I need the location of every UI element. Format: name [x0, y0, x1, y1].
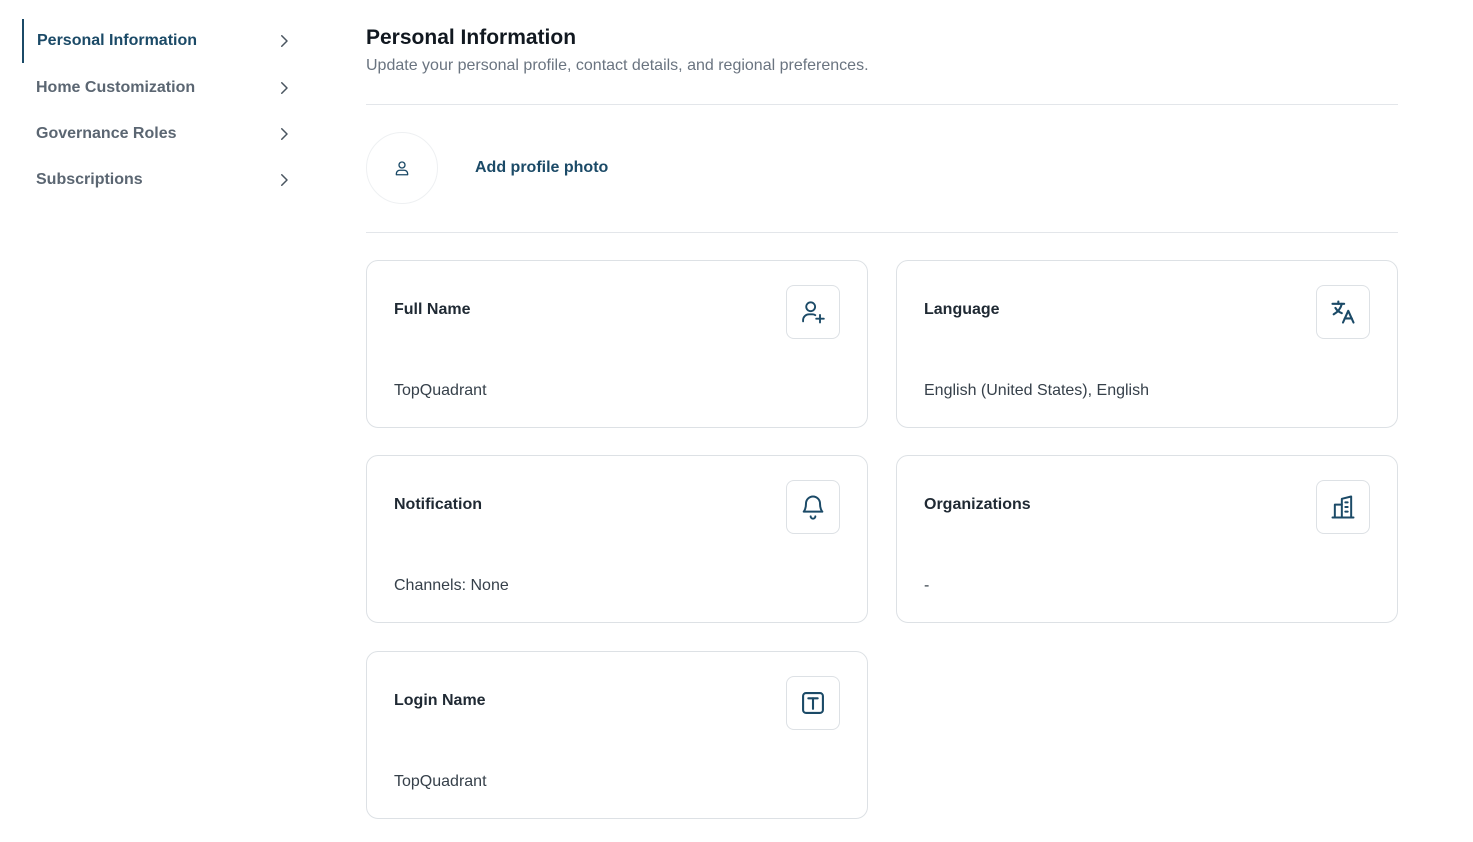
- settings-sidebar: Personal Information Home Customization …: [22, 19, 307, 203]
- card-value: -: [924, 577, 930, 594]
- sidebar-item-label: Personal Information: [37, 32, 198, 49]
- bell-icon: [802, 495, 824, 520]
- sidebar-item-governance-roles[interactable]: Governance Roles: [22, 111, 307, 157]
- edit-login-name-button[interactable]: [786, 676, 840, 730]
- card-label: Full Name: [394, 301, 471, 318]
- translate-icon: [1331, 300, 1355, 324]
- edit-notification-button[interactable]: [786, 480, 840, 534]
- sidebar-item-subscriptions[interactable]: Subscriptions: [22, 157, 307, 203]
- profile-photo-row: Add profile photo: [366, 132, 608, 204]
- edit-organizations-button[interactable]: [1316, 480, 1370, 534]
- building-icon: [1331, 495, 1355, 519]
- edit-language-button[interactable]: [1316, 285, 1370, 339]
- login-name-card: Login Name TopQuadrant: [366, 651, 868, 819]
- card-label: Login Name: [394, 692, 486, 709]
- text-box-icon: [802, 692, 824, 714]
- card-value: TopQuadrant: [394, 773, 487, 790]
- full-name-card: Full Name TopQuadrant: [366, 260, 868, 428]
- chevron-right-icon: [281, 128, 288, 140]
- organizations-card: Organizations -: [896, 455, 1398, 623]
- page-subtitle: Update your personal profile, contact de…: [366, 57, 869, 74]
- chevron-right-icon: [281, 174, 288, 186]
- user-icon: [395, 161, 409, 176]
- chevron-right-icon: [281, 35, 288, 47]
- sidebar-item-home-customization[interactable]: Home Customization: [22, 65, 307, 111]
- chevron-right-icon: [281, 82, 288, 94]
- card-value: Channels: None: [394, 577, 509, 594]
- main-content: Personal Information Update your persona…: [366, 26, 1398, 819]
- sidebar-item-personal-information[interactable]: Personal Information: [22, 19, 307, 63]
- add-profile-photo-link[interactable]: Add profile photo: [475, 159, 608, 177]
- edit-full-name-button[interactable]: [786, 285, 840, 339]
- card-label: Organizations: [924, 496, 1031, 513]
- sidebar-item-label: Governance Roles: [36, 125, 177, 142]
- sidebar-item-label: Home Customization: [36, 79, 196, 96]
- divider: [366, 104, 1398, 105]
- card-label: Notification: [394, 496, 482, 513]
- page-title: Personal Information: [366, 26, 577, 49]
- divider: [366, 232, 1398, 233]
- avatar[interactable]: [366, 132, 438, 204]
- card-label: Language: [924, 301, 1000, 318]
- sidebar-item-label: Subscriptions: [36, 171, 143, 188]
- card-value: TopQuadrant: [394, 382, 487, 399]
- notification-card: Notification Channels: None: [366, 455, 868, 623]
- card-value: English (United States), English: [924, 382, 1149, 399]
- language-card: Language English (United States), Englis…: [896, 260, 1398, 428]
- user-plus-icon: [802, 301, 825, 324]
